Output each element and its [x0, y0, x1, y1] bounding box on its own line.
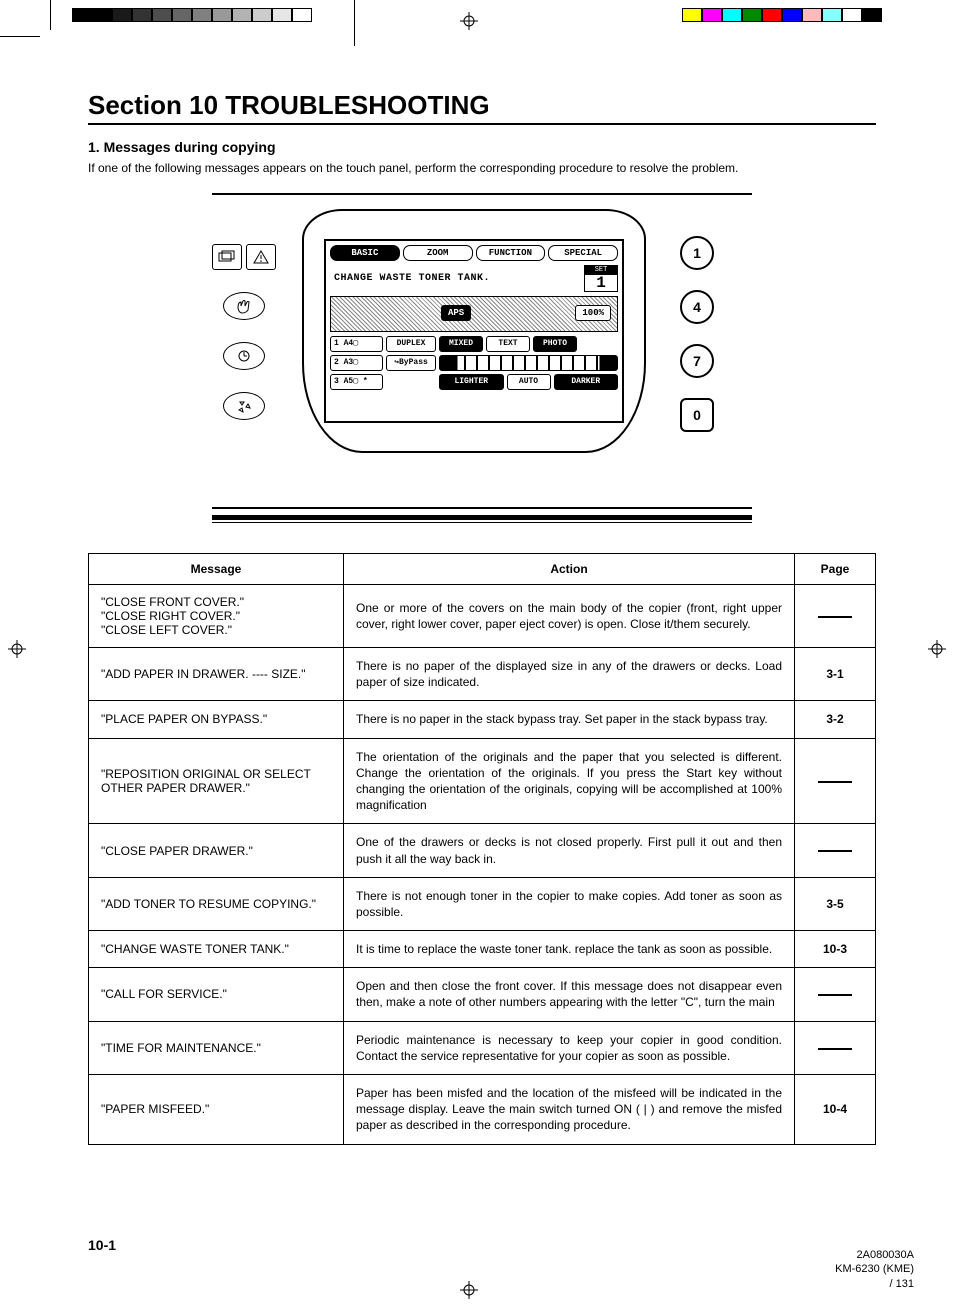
- registration-mark-icon: [460, 1281, 478, 1299]
- message-cell: "REPOSITION ORIGINAL OR SELECT OTHER PAP…: [89, 738, 344, 824]
- page-ref-cell: 3-5: [795, 877, 876, 930]
- table-row: "ADD TONER TO RESUME COPYING."There is n…: [89, 877, 876, 930]
- action-cell: Open and then close the front cover. If …: [344, 968, 795, 1021]
- section-title: Section 10 TROUBLESHOOTING: [88, 90, 876, 125]
- option-auto[interactable]: AUTO: [507, 374, 551, 390]
- troubleshooting-table: Message Action Page "CLOSE FRONT COVER."…: [88, 553, 876, 1145]
- page-ref-blank: [818, 850, 852, 852]
- action-cell: It is time to replace the waste toner ta…: [344, 931, 795, 968]
- warning-icon: [246, 244, 276, 270]
- table-row: "PLACE PAPER ON BYPASS."There is no pape…: [89, 701, 876, 738]
- page-ref-cell: [795, 585, 876, 648]
- colorbar-left: [72, 8, 312, 22]
- message-cell: "CALL FOR SERVICE.": [89, 968, 344, 1021]
- table-row: "CLOSE PAPER DRAWER."One of the drawers …: [89, 824, 876, 877]
- message-cell: "ADD PAPER IN DRAWER. ---- SIZE.": [89, 648, 344, 701]
- col-header-page: Page: [795, 554, 876, 585]
- option-bypass[interactable]: ↪ByPass: [386, 355, 436, 371]
- table-row: "CHANGE WASTE TONER TANK."It is time to …: [89, 931, 876, 968]
- action-cell: Periodic maintenance is necessary to kee…: [344, 1021, 795, 1074]
- crop-mark: [50, 0, 51, 30]
- action-cell: The orientation of the originals and the…: [344, 738, 795, 824]
- page-ref-blank: [818, 781, 852, 783]
- preview-area: APS 100%: [330, 296, 618, 332]
- panel-figure: BASIC ZOOM FUNCTION SPECIAL CHANGE WASTE…: [212, 193, 752, 523]
- paper-slot-3[interactable]: 3 A5▢ *: [330, 374, 383, 390]
- panel-message: CHANGE WASTE TONER TANK.: [330, 271, 580, 286]
- colorbar-right: [682, 8, 882, 22]
- aps-indicator: APS: [441, 305, 471, 321]
- tab-zoom[interactable]: ZOOM: [403, 245, 473, 261]
- option-photo[interactable]: PHOTO: [533, 336, 577, 352]
- registration-mark-icon: [460, 12, 478, 30]
- paper-slot-1[interactable]: 1 A4▢: [330, 336, 383, 352]
- page-ref-cell: 3-1: [795, 648, 876, 701]
- page-ref-cell: [795, 968, 876, 1021]
- table-row: "PAPER MISFEED."Paper has been misfed an…: [89, 1075, 876, 1145]
- table-row: "ADD PAPER IN DRAWER. ---- SIZE."There i…: [89, 648, 876, 701]
- table-row: "CLOSE FRONT COVER." "CLOSE RIGHT COVER.…: [89, 585, 876, 648]
- action-cell: Paper has been misfed and the location o…: [344, 1075, 795, 1145]
- action-cell: There is no paper in the stack bypass tr…: [344, 701, 795, 738]
- option-duplex[interactable]: DUPLEX: [386, 336, 436, 352]
- page-stack-icon: [212, 244, 242, 270]
- table-row: "REPOSITION ORIGINAL OR SELECT OTHER PAP…: [89, 738, 876, 824]
- page-ref-blank: [818, 1048, 852, 1050]
- hand-icon: [223, 292, 265, 320]
- message-cell: "TIME FOR MAINTENANCE.": [89, 1021, 344, 1074]
- sub-heading: 1. Messages during copying: [88, 139, 876, 155]
- col-header-message: Message: [89, 554, 344, 585]
- table-row: "TIME FOR MAINTENANCE."Periodic maintena…: [89, 1021, 876, 1074]
- action-cell: One or more of the covers on the main bo…: [344, 585, 795, 648]
- page-number: 10-1: [88, 1237, 116, 1253]
- recycle-icon: [223, 392, 265, 420]
- action-cell: There is not enough toner in the copier …: [344, 877, 795, 930]
- page-ref-blank: [818, 994, 852, 996]
- page-ref-cell: 3-2: [795, 701, 876, 738]
- touch-panel: BASIC ZOOM FUNCTION SPECIAL CHANGE WASTE…: [302, 209, 646, 453]
- numpad-7[interactable]: 7: [680, 344, 714, 378]
- numpad-0[interactable]: 0: [680, 398, 714, 432]
- message-cell: "PLACE PAPER ON BYPASS.": [89, 701, 344, 738]
- registration-mark-icon: [928, 640, 946, 658]
- page-ref-blank: [818, 616, 852, 618]
- set-counter: SET 1: [584, 265, 618, 292]
- page-ref-cell: [795, 1021, 876, 1074]
- option-lighter[interactable]: LIGHTER: [439, 374, 504, 390]
- tab-basic[interactable]: BASIC: [330, 245, 400, 261]
- action-cell: One of the drawers or decks is not close…: [344, 824, 795, 877]
- table-row: "CALL FOR SERVICE."Open and then close t…: [89, 968, 876, 1021]
- crop-mark: [354, 0, 355, 46]
- intro-text: If one of the following messages appears…: [88, 161, 876, 175]
- option-mixed[interactable]: MIXED: [439, 336, 483, 352]
- action-cell: There is no paper of the displayed size …: [344, 648, 795, 701]
- message-cell: "ADD TONER TO RESUME COPYING.": [89, 877, 344, 930]
- footer-codes: 2A080030A KM-6230 (KME) / 131: [835, 1248, 914, 1291]
- touch-screen[interactable]: BASIC ZOOM FUNCTION SPECIAL CHANGE WASTE…: [324, 239, 624, 423]
- exposure-scale[interactable]: [439, 355, 618, 371]
- option-darker[interactable]: DARKER: [554, 374, 619, 390]
- numpad-1[interactable]: 1: [680, 236, 714, 270]
- page-ref-cell: [795, 824, 876, 877]
- page-ref-cell: 10-4: [795, 1075, 876, 1145]
- message-cell: "PAPER MISFEED.": [89, 1075, 344, 1145]
- ratio-indicator: 100%: [575, 305, 611, 321]
- page-ref-cell: 10-3: [795, 931, 876, 968]
- tab-function[interactable]: FUNCTION: [476, 245, 546, 261]
- message-cell: "CLOSE PAPER DRAWER.": [89, 824, 344, 877]
- numpad-4[interactable]: 4: [680, 290, 714, 324]
- message-cell: "CLOSE FRONT COVER." "CLOSE RIGHT COVER.…: [89, 585, 344, 648]
- page-ref-cell: [795, 738, 876, 824]
- crop-mark: [0, 36, 40, 37]
- col-header-action: Action: [344, 554, 795, 585]
- clock-icon: [223, 342, 265, 370]
- tab-special[interactable]: SPECIAL: [548, 245, 618, 261]
- message-cell: "CHANGE WASTE TONER TANK.": [89, 931, 344, 968]
- option-text[interactable]: TEXT: [486, 336, 530, 352]
- registration-mark-icon: [8, 640, 26, 658]
- paper-slot-2[interactable]: 2 A3▢: [330, 355, 383, 371]
